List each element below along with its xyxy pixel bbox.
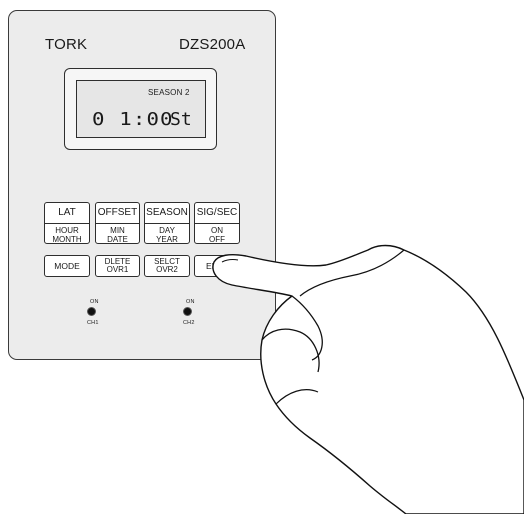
key-line2: OVR1 [106,265,129,274]
select-ovr2-button[interactable]: SELCT OVR2 [144,255,190,277]
key-sub-line2: MONTH [52,234,82,244]
key-sublabel: ON OFF [195,226,239,244]
lcd-season-label: SEASON 2 [148,88,190,97]
key-sub-line2: YEAR [156,234,178,244]
ch2-on-label: ON [186,299,195,305]
lcd-mode: St [170,109,192,130]
key-label: SEASON [145,203,189,224]
delete-ovr1-button[interactable]: DLETE OVR1 [95,255,140,277]
key-label: SIG/SEC [195,203,239,224]
key-label: OFFSET [96,203,139,224]
mode-button[interactable]: MODE [44,255,90,277]
key-sublabel: DAY YEAR [145,226,189,244]
model-label: DZS200A [179,36,246,53]
sigsec-on-off-button[interactable]: SIG/SEC ON OFF [194,202,240,244]
key-sublabel: HOUR MONTH [45,226,89,244]
timer-panel [8,10,276,360]
ch1-led-icon [87,307,96,316]
ch1-on-label: ON [90,299,99,305]
key-sublabel: MIN DATE [96,226,139,244]
brand-label: TORK [45,36,88,53]
lat-hour-month-button[interactable]: LAT HOUR MONTH [44,202,90,244]
ch2-led-icon [183,307,192,316]
key-sub-line2: OFF [209,234,225,244]
key-line2: OVR2 [156,265,178,274]
lcd-time: 0 1:00 [92,109,174,130]
season-day-year-button[interactable]: SEASON DAY YEAR [144,202,190,244]
ch1-label: CH1 [87,320,99,326]
key-sub-line2: DATE [107,234,128,244]
enter-button[interactable]: ENT [194,255,240,277]
key-label: LAT [45,203,89,224]
offset-min-date-button[interactable]: OFFSET MIN DATE [95,202,140,244]
ch2-label: CH2 [183,320,195,326]
